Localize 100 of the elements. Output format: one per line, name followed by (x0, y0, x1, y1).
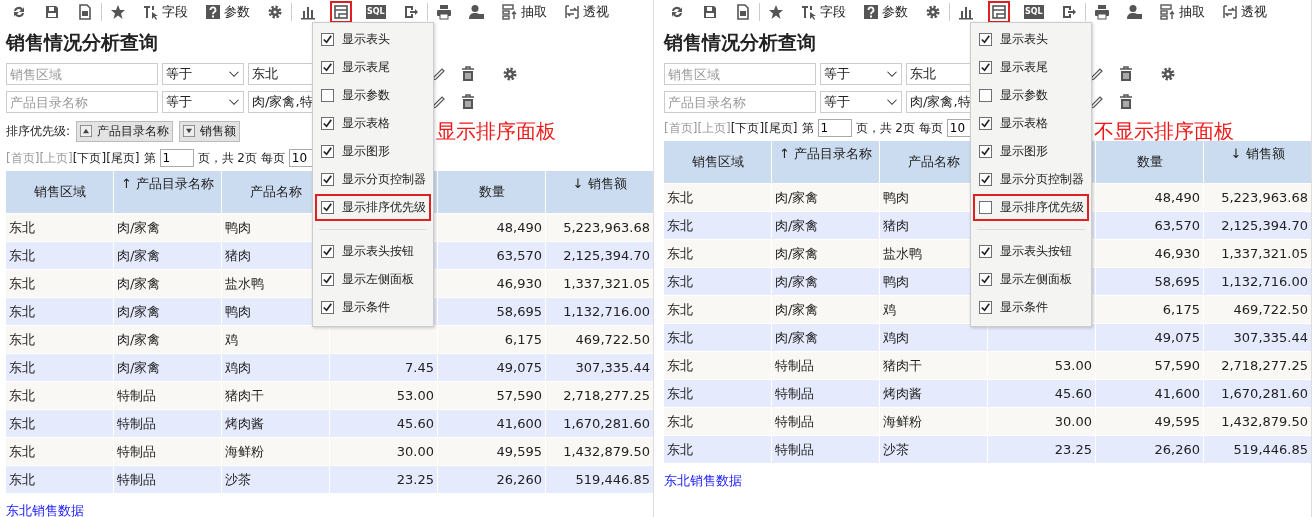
column-header[interactable]: ↓ 销售额 (546, 171, 653, 213)
checkbox[interactable] (979, 33, 992, 46)
toolbar-button[interactable]: 抽取 (498, 1, 550, 23)
operator-dropdown[interactable]: 等于 (820, 63, 902, 85)
checkbox[interactable] (321, 145, 334, 158)
footer-link[interactable]: 东北销售数据 (664, 472, 742, 490)
table-cell: 63,570 (1096, 212, 1203, 239)
help-icon (863, 4, 879, 20)
table-cell: 肉/家禽 (114, 270, 221, 297)
checkbox[interactable] (979, 245, 992, 258)
checkbox[interactable] (979, 61, 992, 74)
menu-item[interactable]: 显示表格 (315, 110, 431, 137)
checkbox[interactable] (321, 201, 334, 214)
field-select[interactable]: 产品目录名称 (6, 91, 158, 113)
toolbar-button[interactable]: SQL (363, 1, 389, 23)
trash-icon (1118, 94, 1134, 110)
table-cell: 东北 (664, 240, 771, 267)
table-cell: 特制品 (772, 408, 879, 435)
printer-icon (1093, 4, 1110, 20)
toolbar-button[interactable]: 字段 (140, 1, 191, 23)
operator-dropdown[interactable]: 等于 (162, 91, 244, 113)
checkbox[interactable] (979, 201, 992, 214)
settings-icon (1160, 66, 1176, 82)
menu-item[interactable]: 显示表尾 (973, 54, 1089, 81)
menu-item[interactable]: 显示表头 (315, 26, 431, 53)
export-icon (402, 4, 419, 20)
column-header[interactable]: 销售区域 (664, 141, 771, 183)
table-cell: 东北 (664, 296, 771, 323)
table-cell: 63,570 (438, 242, 545, 269)
checkbox[interactable] (979, 173, 992, 186)
menu-item[interactable]: 显示表尾 (315, 54, 431, 81)
table-cell: 57,590 (1096, 352, 1203, 379)
table-cell: 鸡肉 (880, 324, 987, 351)
checkbox[interactable] (321, 301, 334, 314)
table-cell: 海鲜粉 (222, 438, 329, 465)
table-cell: 46,930 (1096, 240, 1203, 267)
field-select[interactable]: 产品目录名称 (664, 91, 816, 113)
column-header[interactable]: ↓ 销售额 (1204, 141, 1311, 183)
sort-button[interactable]: 产品目录名称 (76, 120, 174, 142)
table-cell: 鸡 (222, 326, 329, 353)
table-cell: 肉/家禽 (114, 214, 221, 241)
toolbar-button[interactable]: 抽取 (1156, 1, 1208, 23)
trash-icon (1118, 66, 1134, 82)
table-cell: 6,175 (438, 326, 545, 353)
checkbox[interactable] (979, 145, 992, 158)
checkbox[interactable] (321, 33, 334, 46)
menu-item[interactable]: 显示排序优先级 (973, 194, 1089, 221)
pager-link[interactable]: [下页] (730, 119, 765, 137)
field-select[interactable]: 销售区域 (664, 63, 816, 85)
table-cell: 东北 (664, 380, 771, 407)
menu-item[interactable]: 显示参数 (315, 82, 431, 109)
table-cell: 469,722.50 (546, 326, 653, 353)
checkbox[interactable] (321, 273, 334, 286)
checkbox[interactable] (321, 61, 334, 74)
checkbox[interactable] (979, 117, 992, 130)
checkbox[interactable] (321, 117, 334, 130)
table-cell: 307,335.44 (1204, 324, 1311, 351)
column-header[interactable]: 数量 (1096, 141, 1203, 183)
menu-item[interactable]: 显示参数 (973, 82, 1089, 109)
checkbox[interactable] (321, 245, 334, 258)
column-header[interactable]: 数量 (438, 171, 545, 213)
checkbox[interactable] (321, 173, 334, 186)
operator-dropdown[interactable]: 等于 (820, 91, 902, 113)
column-header[interactable]: 销售区域 (6, 171, 113, 213)
toolbar-button[interactable]: 透视 (1218, 1, 1270, 23)
table-cell: 58,695 (438, 298, 545, 325)
pager-link[interactable]: [下页] (72, 149, 107, 167)
column-header[interactable]: ↑ 产品目录名称 (114, 171, 221, 213)
pager-link[interactable]: [尾页] (106, 149, 140, 167)
page-field[interactable]: 1 (159, 149, 194, 167)
field-select[interactable]: 销售区域 (6, 63, 158, 85)
table-cell: 307,335.44 (546, 354, 653, 381)
checkbox[interactable] (979, 301, 992, 314)
cursor-columns-icon (801, 4, 817, 20)
toolbar-button[interactable]: SQL (1021, 1, 1047, 23)
column-header[interactable]: ↑ 产品目录名称 (772, 141, 879, 183)
menu-item[interactable]: 显示表头 (973, 26, 1089, 53)
checkbox[interactable] (321, 89, 334, 102)
toolbar-button[interactable]: 参数 (860, 1, 911, 23)
toolbar-button[interactable]: 参数 (202, 1, 253, 23)
table-cell: 41,600 (1096, 380, 1203, 407)
checkbox[interactable] (979, 89, 992, 102)
operator-dropdown[interactable]: 等于 (162, 63, 244, 85)
checkbox[interactable] (979, 273, 992, 286)
user-icon (468, 4, 485, 20)
pager-text: 页，共 2页 每页 (855, 119, 943, 137)
page-field[interactable]: 1 (817, 119, 852, 137)
menu-item[interactable]: 显示排序优先级 (315, 194, 431, 221)
sort-button[interactable]: 销售额 (179, 120, 241, 142)
table-cell: 1,670,281.60 (546, 410, 653, 437)
printer-icon (435, 4, 452, 20)
table-cell: 东北 (664, 436, 771, 463)
table-cell: 49,595 (1096, 408, 1203, 435)
footer-link[interactable]: 东北销售数据 (6, 502, 84, 517)
table-cell: 特制品 (772, 352, 879, 379)
toolbar-button[interactable]: 透视 (560, 1, 612, 23)
pager-link[interactable]: [尾页] (764, 119, 798, 137)
toolbar-button[interactable]: 字段 (798, 1, 849, 23)
settings-icon (267, 4, 283, 20)
save-icon (44, 4, 60, 20)
